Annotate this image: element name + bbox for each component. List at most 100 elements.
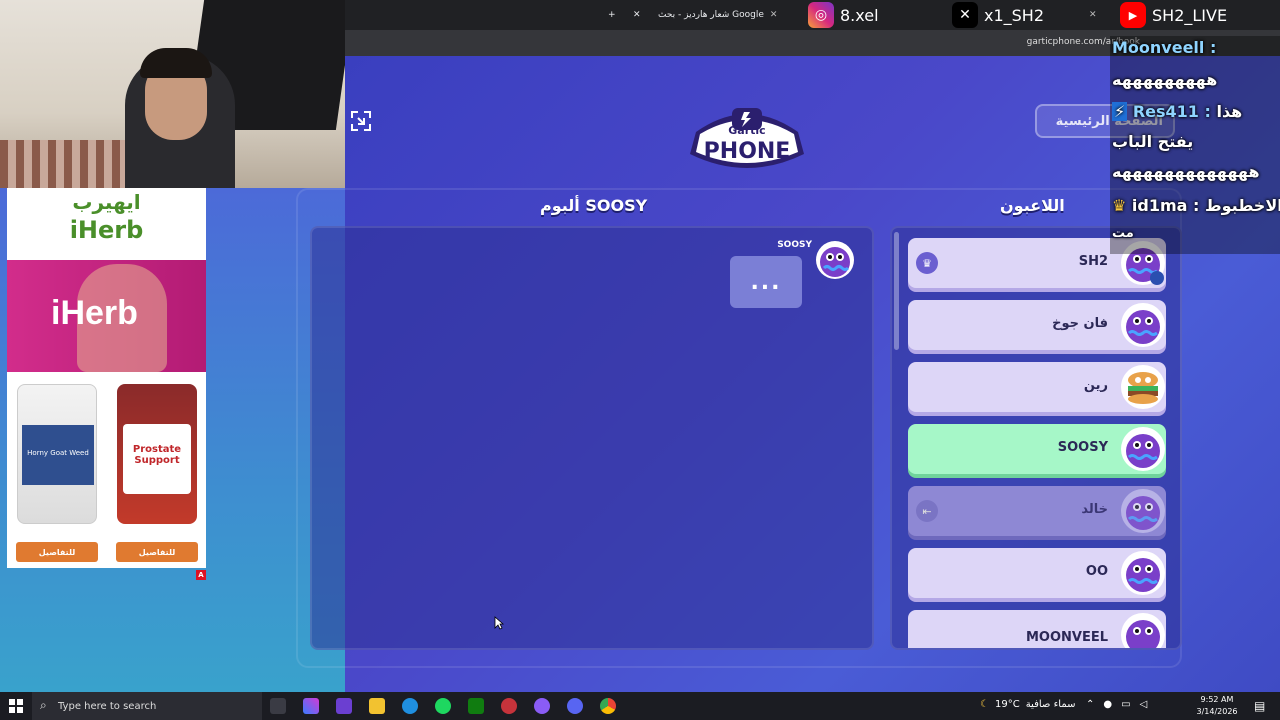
notification-icon[interactable]: ▤ [1254, 699, 1265, 713]
chat-message: هههههههههههههه [1112, 162, 1260, 181]
chat-user: id1ma : [1131, 196, 1200, 215]
windows-taskbar: ⌕ Type here to search ☾ 19°C سماء صافية … [0, 692, 1280, 720]
ad-product-name: Prostate Support [132, 444, 182, 466]
instagram-overlay: ◎ 8.xel [808, 2, 938, 28]
player-name: SOOSY [1057, 440, 1108, 455]
player-name: خالد [1081, 502, 1108, 517]
tab-music[interactable]: ✕ [1075, 4, 1115, 26]
moon-icon: ☾ [980, 699, 989, 710]
player-card[interactable]: رين [908, 362, 1166, 412]
taskbar-search-input[interactable]: ⌕ Type here to search [32, 692, 262, 720]
chat-message: هههههههههه [1112, 70, 1218, 89]
ad-title-arabic: ايهيرب [72, 190, 141, 214]
ad-product-bottle: Horny Goat Weed [17, 384, 97, 524]
player-card-active[interactable]: SOOSY [908, 424, 1166, 474]
instagram-icon: ◎ [808, 2, 834, 28]
media-app-icon[interactable] [336, 698, 352, 714]
close-icon[interactable]: ✕ [1089, 10, 1097, 20]
player-avatar [1121, 303, 1165, 347]
player-avatar [1121, 551, 1165, 595]
task-view-icon[interactable] [270, 698, 286, 714]
x-overlay: ✕ x1_SH2 [952, 2, 1062, 28]
new-tab-button[interactable]: + [600, 4, 620, 26]
youtube-overlay: ▶ SH2_LIVE [1120, 2, 1280, 28]
album-author-avatar [816, 241, 854, 279]
youtube-handle: SH2_LIVE [1152, 5, 1228, 25]
system-tray: ⌃ ● ▭ ◁ [1086, 699, 1147, 710]
ad-product-bottle: Prostate Support [117, 384, 197, 524]
youtube-icon: ▶ [1120, 2, 1146, 28]
chevron-up-icon[interactable]: ⌃ [1086, 699, 1094, 710]
players-title: اللاعبون [1000, 196, 1065, 215]
svg-text:PHONE: PHONE [704, 139, 791, 164]
player-card[interactable]: MOONVEEL [908, 610, 1166, 648]
player-name: فان جوخ [1052, 316, 1108, 331]
chat-badge-icon: ⚡ [1112, 102, 1128, 121]
album-title: ألبوم SOOSY [540, 196, 648, 215]
crown-icon: ♛ [916, 252, 938, 274]
stream-chat: Moonveell : هههههههههه ⚡ Res411 : هذا يف… [1110, 36, 1280, 254]
copilot-icon[interactable] [303, 698, 319, 714]
ad-product-name: Horny Goat Weed [27, 449, 89, 457]
chat-user: Moonveell : [1112, 38, 1217, 57]
weather-widget[interactable]: ☾ 19°C سماء صافية [980, 699, 1075, 710]
player-avatar [1121, 489, 1165, 533]
ad-choices-icon[interactable]: A [196, 570, 206, 580]
file-explorer-icon[interactable] [369, 698, 385, 714]
taskbar-clock[interactable]: 9:52 AM 3/14/2026 [1192, 694, 1242, 718]
twitch-studio-icon[interactable] [534, 698, 550, 714]
instagram-handle: 8.xel [840, 5, 879, 25]
player-name: رين [1083, 378, 1108, 393]
tab-google-search[interactable]: شعار هارديز - بحث Google ✕ [650, 4, 800, 26]
close-tab-button[interactable]: ✕ [625, 4, 645, 26]
weather-condition: سماء صافية [1025, 699, 1076, 710]
edge-icon[interactable] [402, 698, 418, 714]
webcam-feed [0, 0, 345, 188]
mouse-cursor-icon [494, 616, 504, 630]
chrome-icon[interactable] [600, 698, 616, 714]
ad-details-button[interactable]: للتفاصيل [16, 542, 98, 562]
discord-icon[interactable] [567, 698, 583, 714]
windows-start-icon[interactable] [8, 698, 24, 714]
spotify-icon[interactable] [435, 698, 451, 714]
clock-time: 9:52 AM [1200, 695, 1234, 704]
player-name: MOONVEEL [1025, 630, 1108, 645]
chat-message: يفتح الباب [1112, 132, 1194, 151]
ad-title-english: iHerb [69, 216, 144, 244]
speaker-icon[interactable]: ◁ [1140, 699, 1148, 710]
temperature: 19°C [994, 699, 1020, 710]
x-icon: ✕ [952, 2, 978, 28]
close-icon[interactable]: ✕ [770, 10, 778, 20]
obs-icon[interactable] [501, 698, 517, 714]
typing-bubble: ... [730, 256, 802, 308]
player-avatar [1121, 613, 1165, 648]
xbox-icon[interactable] [468, 698, 484, 714]
chat-prefix: الاخطبوط [1205, 196, 1280, 215]
ad-details-button[interactable]: للتفاصيل [116, 542, 198, 562]
player-card[interactable]: فان جوخ [908, 300, 1166, 350]
tab-label: شعار هارديز - بحث Google [658, 10, 764, 20]
players-scrollbar[interactable] [894, 232, 899, 350]
ad-banner[interactable]: ايهيرب iHerb iHerb Horny Goat Weed Prost… [7, 188, 206, 568]
player-avatar [1121, 365, 1165, 409]
chat-prefix: هذا [1216, 102, 1243, 121]
gartic-phone-logo: Gartic PHONE [690, 108, 804, 168]
player-name: SH2 [1078, 254, 1108, 269]
network-icon[interactable]: ▭ [1121, 699, 1130, 710]
player-card[interactable]: OO [908, 548, 1166, 598]
player-card-away[interactable]: ⇤ خالد [908, 486, 1166, 536]
player-avatar [1121, 427, 1165, 471]
search-icon: ⌕ [40, 698, 47, 712]
chat-user: Res411 : [1132, 102, 1211, 121]
svg-text:Gartic: Gartic [728, 124, 765, 137]
fullscreen-icon[interactable] [350, 110, 372, 132]
player-name: OO [1085, 564, 1108, 579]
microphone-icon[interactable]: ● [1103, 699, 1112, 710]
chat-message: مت [1112, 226, 1134, 241]
x-handle: x1_SH2 [984, 5, 1045, 25]
ad-hero-image: iHerb [7, 260, 206, 372]
search-placeholder: Type here to search [58, 700, 157, 712]
ad-hero-logo: iHerb [51, 294, 138, 332]
clock-date: 3/14/2026 [1196, 707, 1238, 716]
crown-icon: ♛ [1112, 196, 1127, 215]
